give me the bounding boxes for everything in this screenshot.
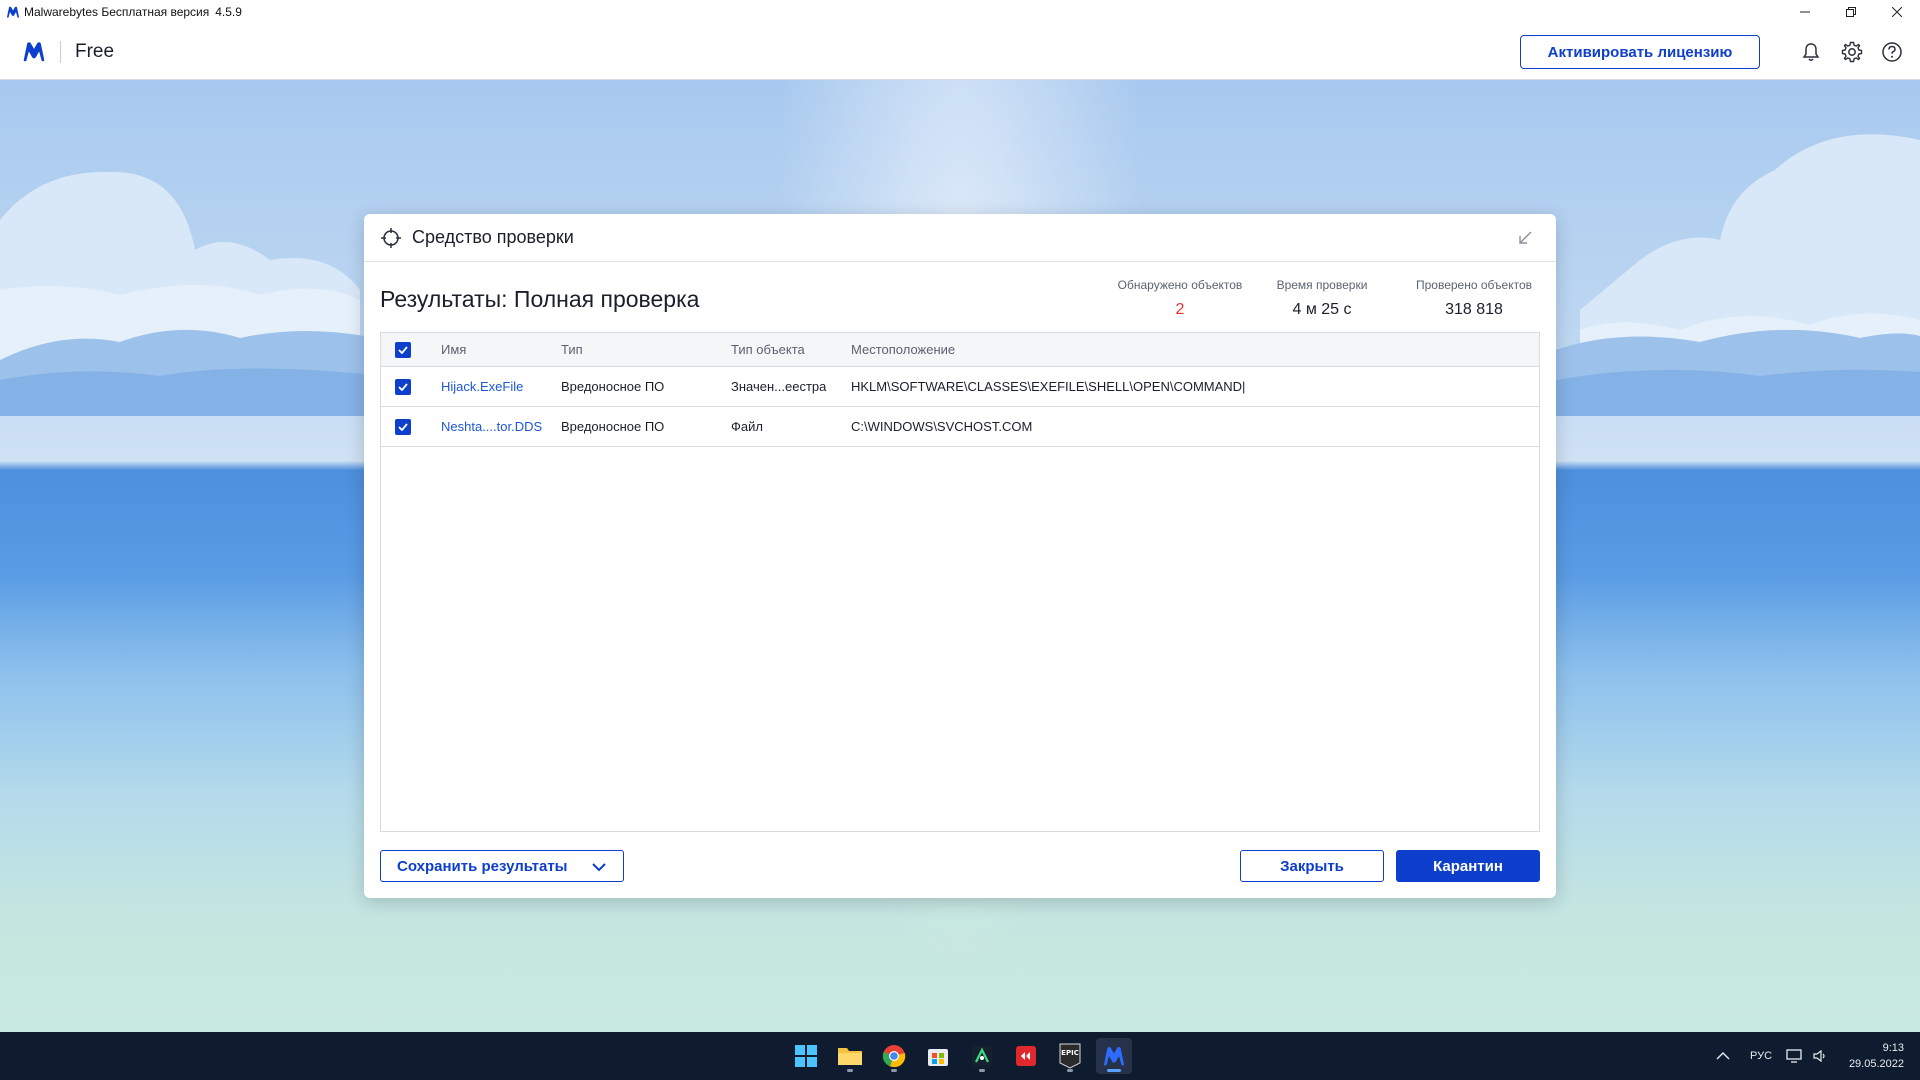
stat-scanned-label: Проверено объектов <box>1416 278 1532 292</box>
activate-license-button[interactable]: Активировать лицензию <box>1520 35 1760 69</box>
malwarebytes-logo-icon <box>22 39 48 65</box>
restore-window-button[interactable] <box>1828 0 1874 24</box>
checkbox-checked-icon <box>395 341 411 358</box>
taskbar-app-red[interactable] <box>1008 1038 1044 1074</box>
row-checkbox[interactable] <box>395 407 411 446</box>
taskbar: EPIC РУС 9:13 29.05.2022 <box>0 1032 1920 1080</box>
threat-type: Вредоносное ПО <box>561 379 665 394</box>
save-results-label: Сохранить результаты <box>397 857 568 875</box>
threat-object-type: Файл <box>731 419 763 434</box>
help-icon[interactable] <box>1880 40 1904 64</box>
bell-icon[interactable] <box>1799 40 1823 64</box>
select-all-checkbox[interactable] <box>395 333 411 366</box>
stat-detected-label: Обнаружено объектов <box>1117 278 1243 292</box>
scanner-dialog: Средство проверки Результаты: Полная про… <box>364 214 1556 898</box>
window-title: Malwarebytes Бесплатная версия <box>24 5 210 19</box>
threat-location: HKLM\SOFTWARE\CLASSES\EXEFILE\SHELL\OPEN… <box>851 379 1246 394</box>
folder-icon <box>838 1048 862 1065</box>
close-icon <box>1892 7 1902 17</box>
title-bar: Malwarebytes Бесплатная версия 4.5.9 <box>0 0 1920 24</box>
column-header-object-type[interactable]: Тип объекта <box>731 333 805 366</box>
close-window-button[interactable] <box>1874 0 1920 24</box>
results-title: Результаты: Полная проверка <box>380 286 700 312</box>
edition-label: Free <box>75 40 115 62</box>
clock-date: 29.05.2022 <box>1848 1058 1904 1070</box>
store-icon <box>928 1049 948 1066</box>
table-row[interactable]: Hijack.ExeFile Вредоносное ПО Значен...е… <box>381 367 1539 407</box>
taskbar-store[interactable] <box>920 1038 956 1074</box>
taskbar-file-explorer[interactable] <box>832 1038 868 1074</box>
table-row[interactable]: Neshta....tor.DDS Вредоносное ПО Файл C:… <box>381 407 1539 447</box>
tray-overflow-icon[interactable] <box>1716 1032 1730 1080</box>
table-header: Имя Тип Тип объекта Местоположение <box>381 333 1539 367</box>
brand-divider <box>60 40 61 63</box>
minimize-icon <box>1800 11 1810 13</box>
save-results-button[interactable]: Сохранить результаты <box>380 850 624 882</box>
close-button[interactable]: Закрыть <box>1240 850 1384 882</box>
start-button[interactable] <box>788 1038 824 1074</box>
gear-icon[interactable] <box>1840 40 1864 64</box>
app-red-icon <box>1016 1046 1036 1066</box>
app-green-icon <box>972 1046 992 1066</box>
taskbar-clock[interactable]: 9:13 29.05.2022 <box>1849 1040 1904 1072</box>
stat-scanned-value: 318 818 <box>1445 301 1503 318</box>
threat-object-type: Значен...еестра <box>731 379 827 394</box>
stat-scan-time: Время проверки 4 м 25 с <box>1262 278 1382 319</box>
chevron-down-icon <box>591 859 607 875</box>
input-language-indicator[interactable]: РУС <box>1750 1032 1772 1080</box>
checkbox-checked-icon <box>395 378 411 395</box>
restore-icon <box>1846 7 1856 17</box>
row-checkbox[interactable] <box>395 367 411 406</box>
windows-start-icon <box>795 1045 817 1067</box>
network-icon[interactable] <box>1786 1032 1804 1080</box>
quarantine-button[interactable]: Карантин <box>1396 850 1540 882</box>
stat-scan-time-value: 4 м 25 с <box>1292 301 1352 318</box>
dialog-title: Средство проверки <box>412 227 574 247</box>
threat-name-link[interactable]: Hijack.ExeFile <box>441 367 523 406</box>
stat-scanned: Проверено объектов 318 818 <box>1406 278 1542 319</box>
minimize-window-button[interactable] <box>1782 0 1828 24</box>
column-header-type[interactable]: Тип <box>561 333 583 366</box>
malwarebytes-icon <box>1104 1047 1124 1066</box>
taskbar-app-green[interactable] <box>964 1038 1000 1074</box>
stat-detected-value: 2 <box>1175 301 1185 318</box>
volume-icon[interactable] <box>1812 1032 1828 1080</box>
malwarebytes-logo-icon <box>6 5 20 19</box>
threat-location: C:\WINDOWS\SVCHOST.COM <box>851 419 1033 434</box>
svg-text:EPIC: EPIC <box>1061 1049 1079 1057</box>
chrome-icon <box>882 1045 906 1068</box>
clock-time: 9:13 <box>1882 1042 1904 1054</box>
taskbar-epic-games[interactable]: EPIC <box>1052 1038 1088 1074</box>
threat-name-link[interactable]: Neshta....tor.DDS <box>441 407 542 446</box>
window-version: 4.5.9 <box>215 5 242 19</box>
column-header-name[interactable]: Имя <box>441 333 466 366</box>
column-header-location[interactable]: Местоположение <box>851 333 955 366</box>
stat-detected: Обнаружено объектов 2 <box>1112 278 1248 319</box>
epic-games-icon: EPIC <box>1059 1043 1081 1069</box>
minimize-dialog-icon[interactable] <box>1516 229 1534 247</box>
checkbox-checked-icon <box>395 418 411 435</box>
threat-type: Вредоносное ПО <box>561 419 665 434</box>
stat-scan-time-label: Время проверки <box>1276 278 1368 292</box>
dialog-header: Средство проверки <box>364 214 1556 262</box>
scan-target-icon <box>380 227 402 249</box>
taskbar-chrome[interactable] <box>876 1038 912 1074</box>
results-table: Имя Тип Тип объекта Местоположение Hijac… <box>380 332 1540 832</box>
app-header: Free Активировать лицензию <box>0 24 1920 80</box>
taskbar-malwarebytes[interactable] <box>1096 1038 1132 1074</box>
